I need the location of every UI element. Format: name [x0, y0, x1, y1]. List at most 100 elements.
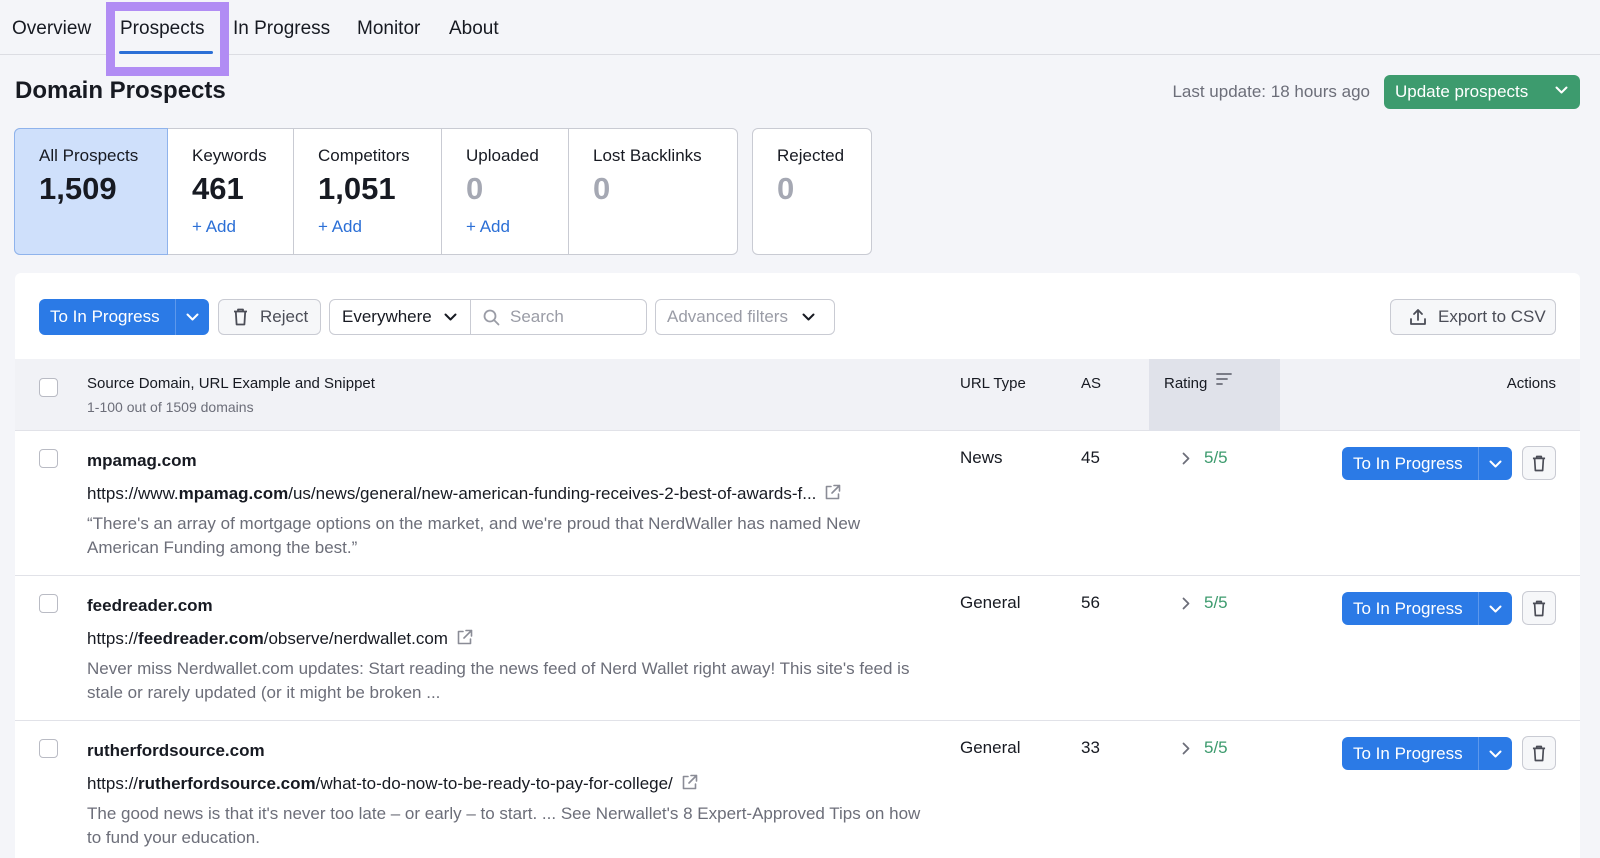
- external-link-icon[interactable]: [456, 629, 473, 646]
- snippet-text: Never miss Nerdwallet.com updates: Start…: [87, 659, 910, 702]
- url-domain: rutherfordsource.com: [138, 774, 316, 793]
- active-tab-indicator: [119, 51, 213, 54]
- source-domain[interactable]: feedreader.com: [87, 596, 213, 616]
- card-lost-backlinks[interactable]: Lost Backlinks 0: [569, 129, 737, 254]
- to-in-progress-dropdown[interactable]: [175, 299, 209, 335]
- external-link-icon[interactable]: [824, 484, 841, 501]
- chevron-right-icon: [1182, 597, 1190, 609]
- col-header-rating[interactable]: Rating: [1164, 375, 1207, 392]
- row-checkbox[interactable]: [39, 449, 58, 468]
- add-uploaded-link[interactable]: + Add: [466, 217, 568, 237]
- url-path: /us/news/general/new-american-funding-re…: [288, 484, 817, 503]
- row-action-label: To In Progress: [1353, 598, 1463, 618]
- rating-toggle[interactable]: 5/5: [1182, 738, 1228, 758]
- url-type: General: [960, 593, 1021, 612]
- table-row: rutherfordsource.com https://rutherfords…: [15, 721, 1580, 858]
- to-in-progress-label: To In Progress: [50, 307, 160, 326]
- advanced-filters-label: Advanced filters: [667, 307, 788, 326]
- chevron-down-icon: [1489, 460, 1502, 467]
- card-all-prospects[interactable]: All Prospects 1,509: [14, 128, 168, 255]
- source-domain[interactable]: rutherfordsource.com: [87, 741, 265, 761]
- card-uploaded[interactable]: Uploaded 0 + Add: [442, 129, 569, 254]
- chevron-right-icon: [1182, 452, 1190, 464]
- row-action-label: To In Progress: [1353, 453, 1463, 473]
- to-in-progress-bulk-button[interactable]: To In Progress: [39, 299, 209, 335]
- add-competitors-link[interactable]: + Add: [318, 217, 441, 237]
- table-header: Source Domain, URL Example and Snippet 1…: [15, 359, 1580, 431]
- search-input[interactable]: [510, 307, 630, 327]
- scope-value: Everywhere: [342, 307, 432, 326]
- card-value: 0: [593, 171, 611, 206]
- row-action-label: To In Progress: [1353, 743, 1463, 763]
- add-keywords-link[interactable]: + Add: [192, 217, 293, 237]
- url-example[interactable]: https://feedreader.com/observe/nerdwalle…: [87, 629, 473, 649]
- row-checkbox[interactable]: [39, 739, 58, 758]
- select-all-checkbox[interactable]: [39, 378, 58, 397]
- prospect-category-cards: All Prospects 1,509 Keywords 461 + Add C…: [14, 128, 738, 255]
- authority-score: 33: [1081, 738, 1100, 757]
- prospects-panel: To In Progress Reject Everywhere Advance…: [15, 273, 1580, 858]
- row-reject-button[interactable]: [1522, 446, 1556, 480]
- card-label: Rejected: [777, 146, 845, 165]
- card-competitors[interactable]: Competitors 1,051 + Add: [294, 129, 442, 254]
- rating-value: 5/5: [1204, 448, 1228, 467]
- card-value: 1,509: [39, 171, 117, 206]
- row-action-dropdown[interactable]: [1478, 737, 1512, 770]
- rating-toggle[interactable]: 5/5: [1182, 593, 1228, 613]
- chevron-down-icon: [186, 313, 199, 321]
- search-icon: [483, 309, 500, 325]
- card-rejected[interactable]: Rejected 0: [752, 128, 872, 255]
- row-to-in-progress-button[interactable]: To In Progress: [1342, 447, 1512, 480]
- table-row: feedreader.com https://feedreader.com/ob…: [15, 576, 1580, 721]
- authority-score: 56: [1081, 593, 1100, 612]
- tab-about[interactable]: About: [449, 18, 499, 40]
- authority-score: 45: [1081, 448, 1100, 467]
- url-example[interactable]: https://rutherfordsource.com/what-to-do-…: [87, 774, 698, 794]
- sort-icon[interactable]: [1216, 372, 1232, 386]
- row-action-dropdown[interactable]: [1478, 592, 1512, 625]
- table-row: mpamag.com https://www.mpamag.com/us/new…: [15, 431, 1580, 576]
- tab-monitor[interactable]: Monitor: [357, 18, 420, 40]
- advanced-filters-dropdown[interactable]: Advanced filters: [655, 299, 835, 335]
- row-checkbox[interactable]: [39, 594, 58, 613]
- row-to-in-progress-button[interactable]: To In Progress: [1342, 592, 1512, 625]
- col-header-url-type[interactable]: URL Type: [960, 375, 1026, 392]
- scope-select[interactable]: Everywhere: [329, 299, 471, 335]
- top-nav: Overview Prospects In Progress Monitor A…: [0, 0, 1600, 76]
- url-example[interactable]: https://www.mpamag.com/us/news/general/n…: [87, 484, 841, 504]
- url-path: /observe/nerdwallet.com: [263, 629, 448, 648]
- card-label: Competitors: [318, 146, 410, 165]
- tab-overview[interactable]: Overview: [12, 18, 91, 40]
- chevron-down-icon: [1489, 605, 1502, 612]
- url-prefix: https://: [87, 774, 139, 793]
- col-header-as[interactable]: AS: [1081, 375, 1101, 392]
- card-label: Keywords: [192, 146, 267, 165]
- row-reject-button[interactable]: [1522, 591, 1556, 625]
- search-box: [470, 299, 647, 335]
- row-to-in-progress-button[interactable]: To In Progress: [1342, 737, 1512, 770]
- export-label: Export to CSV: [1438, 307, 1546, 326]
- row-action-dropdown[interactable]: [1478, 447, 1512, 480]
- trash-icon: [1532, 455, 1546, 471]
- snippet-text: “There's an array of mortgage options on…: [87, 514, 861, 557]
- rating-value: 5/5: [1204, 738, 1228, 757]
- row-reject-button[interactable]: [1522, 736, 1556, 770]
- external-link-icon[interactable]: [681, 774, 698, 791]
- rating-value: 5/5: [1204, 593, 1228, 612]
- tab-in-progress[interactable]: In Progress: [233, 18, 330, 40]
- card-keywords[interactable]: Keywords 461 + Add: [168, 129, 294, 254]
- snippet-text: The good news is that it's never too lat…: [87, 804, 921, 847]
- export-csv-button[interactable]: Export to CSV: [1390, 299, 1556, 335]
- card-label: All Prospects: [39, 146, 139, 165]
- reject-label: Reject: [260, 307, 309, 326]
- update-prospects-label: Update prospects: [1395, 82, 1529, 101]
- card-label: Uploaded: [466, 146, 539, 165]
- source-domain[interactable]: mpamag.com: [87, 451, 197, 471]
- update-prospects-button[interactable]: Update prospects: [1384, 75, 1580, 109]
- reject-button[interactable]: Reject: [218, 299, 321, 335]
- col-header-source: Source Domain, URL Example and Snippet: [87, 375, 375, 392]
- card-value: 1,051: [318, 171, 396, 206]
- rating-toggle[interactable]: 5/5: [1182, 448, 1228, 468]
- chevron-down-icon: [802, 313, 815, 321]
- tab-prospects[interactable]: Prospects: [120, 18, 204, 40]
